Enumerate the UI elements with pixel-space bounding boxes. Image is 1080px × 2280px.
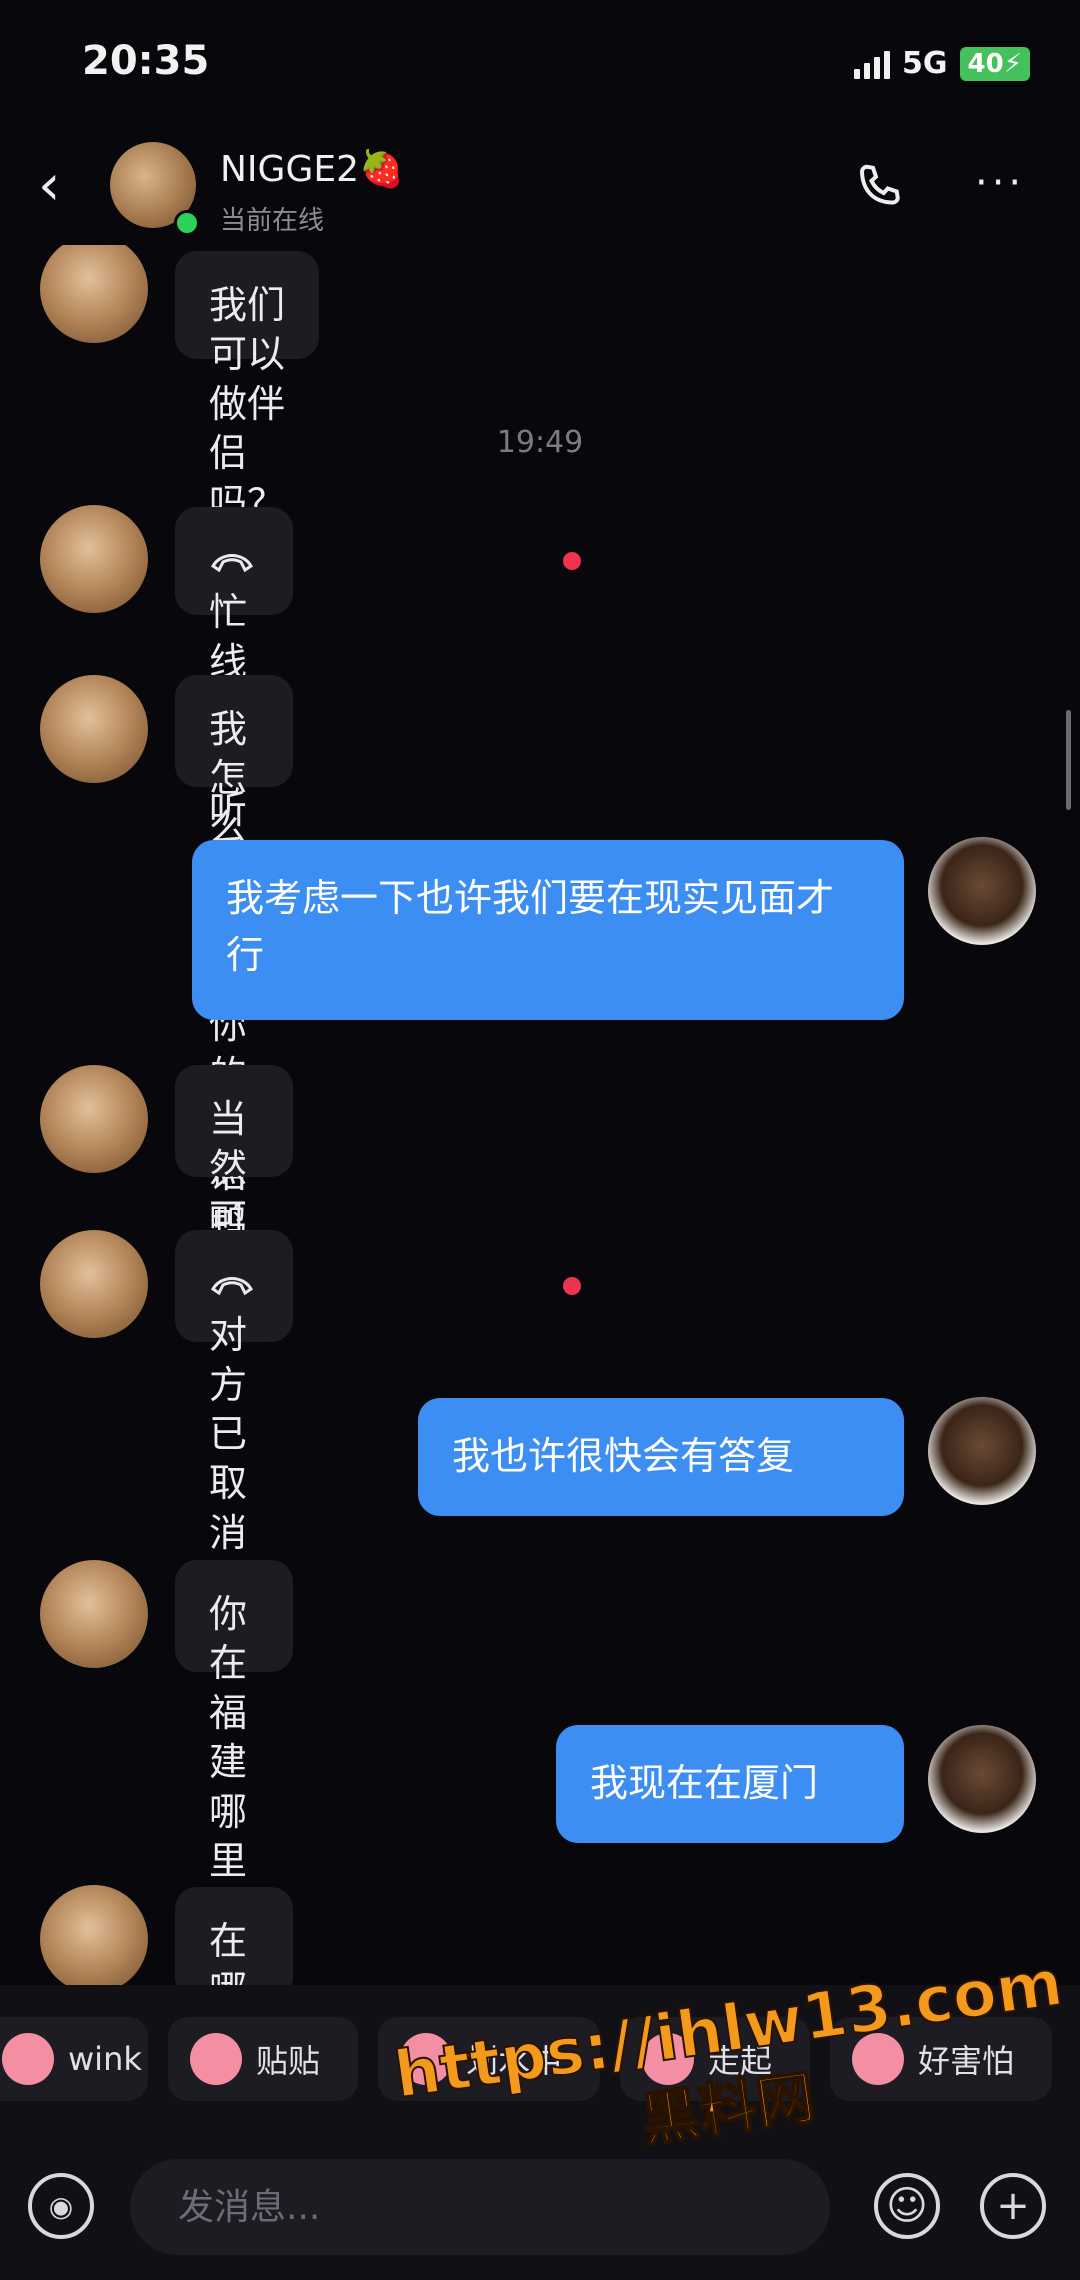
chip-label: 贴贴 <box>256 2042 321 2080</box>
sender-avatar[interactable] <box>40 675 148 783</box>
plus-icon[interactable]: + <box>980 2173 1046 2239</box>
emoji-icon[interactable]: ☺ <box>874 2173 940 2239</box>
sticker-icon <box>190 2033 242 2085</box>
hangup-call-icon <box>209 539 255 588</box>
phone-call-icon[interactable] <box>850 158 910 218</box>
quick-reply-chip[interactable]: wink <box>0 2017 148 2101</box>
timestamp: 19:49 <box>496 425 584 460</box>
quick-reply-chip[interactable]: 贴贴 <box>168 2017 358 2101</box>
signal-icon <box>854 49 891 79</box>
sender-avatar[interactable] <box>40 1065 148 1173</box>
message-bubble[interactable]: 你在福建哪里鸭 <box>175 1560 293 1985</box>
my-avatar[interactable] <box>928 1397 1036 1505</box>
message-text: 在哪里鸭 <box>209 1919 248 1985</box>
my-avatar[interactable] <box>928 837 1036 945</box>
online-indicator <box>174 210 200 236</box>
message-text: 你在福建哪里鸭 <box>209 1592 248 1932</box>
message-text: 我现在在厦门 <box>590 1761 819 1805</box>
message-text: 我们可以做伴侣吗？ <box>209 283 286 525</box>
status-indicators: 5G 40⚡ <box>854 46 1030 81</box>
call-record-bubble[interactable]: 忙线未接听 <box>175 507 293 832</box>
contact-status: 当前在线 <box>220 206 325 236</box>
battery-level: 40 <box>967 48 1004 79</box>
chat-header: ‹ NIGGE2🍓 当前在线 ··· <box>0 130 1080 250</box>
message-bubble[interactable]: 我也许很快会有答复 <box>418 1398 904 1516</box>
message-text: 我考虑一下也许我们要在现实见面才行 <box>226 876 835 977</box>
hangup-call-icon <box>209 1262 255 1311</box>
unread-dot <box>563 1277 581 1295</box>
scrollbar[interactable] <box>1066 710 1071 810</box>
voice-input-icon[interactable]: ◉ <box>28 2173 94 2239</box>
message-bubble[interactable]: 在哪里鸭 <box>175 1887 293 1985</box>
sender-avatar[interactable] <box>40 1885 148 1985</box>
message-text: 对方已取消 <box>209 1313 248 1555</box>
message-bubble[interactable]: 我怎么打不了你的电话鸭 <box>175 675 293 1297</box>
sender-avatar[interactable] <box>40 1560 148 1668</box>
contact-name[interactable]: NIGGE2🍓 <box>220 148 404 190</box>
message-bubble[interactable]: 我考虑一下也许我们要在现实见面才行 <box>192 840 904 1020</box>
status-time: 20:35 <box>82 38 210 84</box>
unread-dot <box>563 552 581 570</box>
message-bubble[interactable]: 当然可以 <box>175 1065 293 1342</box>
sender-avatar[interactable] <box>40 505 148 613</box>
sticker-icon <box>2 2033 54 2085</box>
chip-label: wink <box>68 2040 142 2078</box>
sender-avatar[interactable] <box>40 245 148 343</box>
message-list[interactable]: 我们可以做伴侣吗？ 19:49 忙线未接听 我怎么打不了你的电话鸭 我考虑一下也… <box>0 245 1080 1985</box>
more-options-icon[interactable]: ··· <box>975 160 1025 206</box>
call-record-bubble[interactable]: 对方已取消 <box>175 1230 293 1555</box>
status-bar: 20:35 5G 40⚡ <box>0 0 1080 130</box>
message-text: 我也许很快会有答复 <box>452 1434 795 1478</box>
my-avatar[interactable] <box>928 1725 1036 1833</box>
battery-icon: 40⚡ <box>959 46 1030 81</box>
message-bubble[interactable]: 我现在在厦门 <box>556 1725 904 1843</box>
back-arrow-icon[interactable]: ‹ <box>38 158 60 214</box>
message-bubble[interactable]: 我们可以做伴侣吗？ <box>175 251 319 577</box>
network-type: 5G <box>902 46 948 81</box>
sender-avatar[interactable] <box>40 1230 148 1338</box>
